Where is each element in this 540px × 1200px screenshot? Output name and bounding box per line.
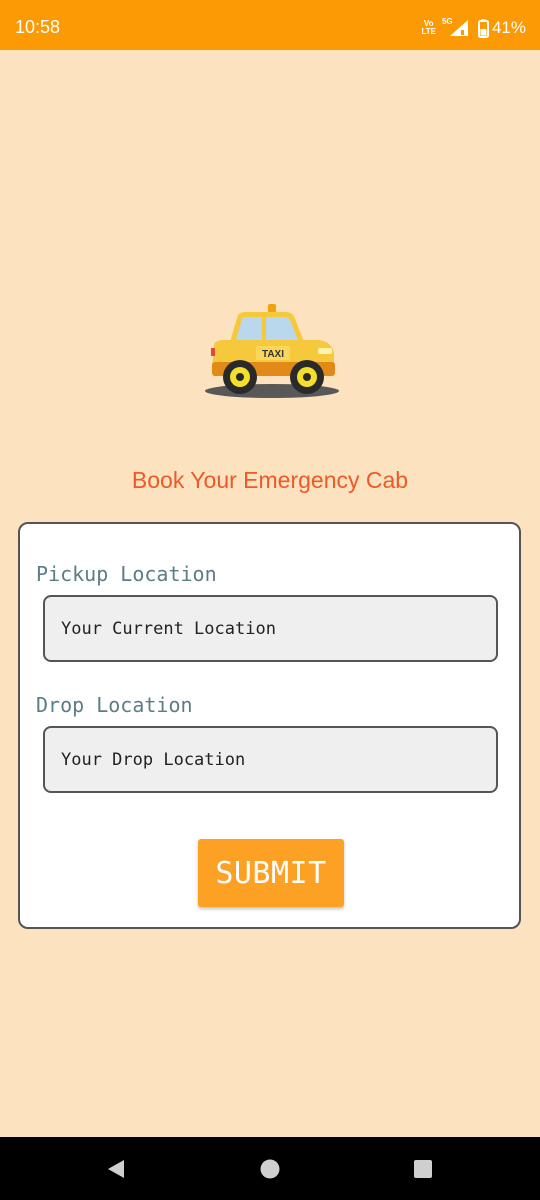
taxi-sign-label: TAXI	[262, 349, 284, 360]
submit-button[interactable]: SUBMIT	[198, 839, 344, 907]
status-time: 10:58	[15, 17, 61, 37]
pickup-location-input[interactable]	[43, 595, 498, 662]
taxi-car-illustration: TAXI	[200, 300, 345, 400]
status-icons: Vo LTE 5G 41%	[421, 17, 526, 39]
drop-location-label: Drop Location	[36, 693, 193, 717]
pickup-location-label: Pickup Location	[36, 562, 217, 586]
recents-square-icon[interactable]	[411, 1157, 435, 1181]
drop-location-input[interactable]	[43, 726, 498, 793]
battery-icon	[477, 18, 489, 38]
battery-percent: 41%	[491, 18, 526, 37]
home-circle-icon[interactable]	[258, 1157, 282, 1181]
back-triangle-icon[interactable]	[104, 1157, 128, 1181]
booking-form: Pickup Location Drop Location SUBMIT	[18, 522, 521, 929]
page-title: Book Your Emergency Cab	[131, 467, 409, 493]
status-bar: 10:58 Vo LTE 5G 41%	[0, 0, 540, 50]
navigation-bar	[0, 1137, 540, 1200]
volte-icon: Vo LTE	[421, 19, 436, 36]
signal-icon: 5G	[442, 17, 472, 39]
battery-indicator: 41%	[477, 18, 526, 38]
